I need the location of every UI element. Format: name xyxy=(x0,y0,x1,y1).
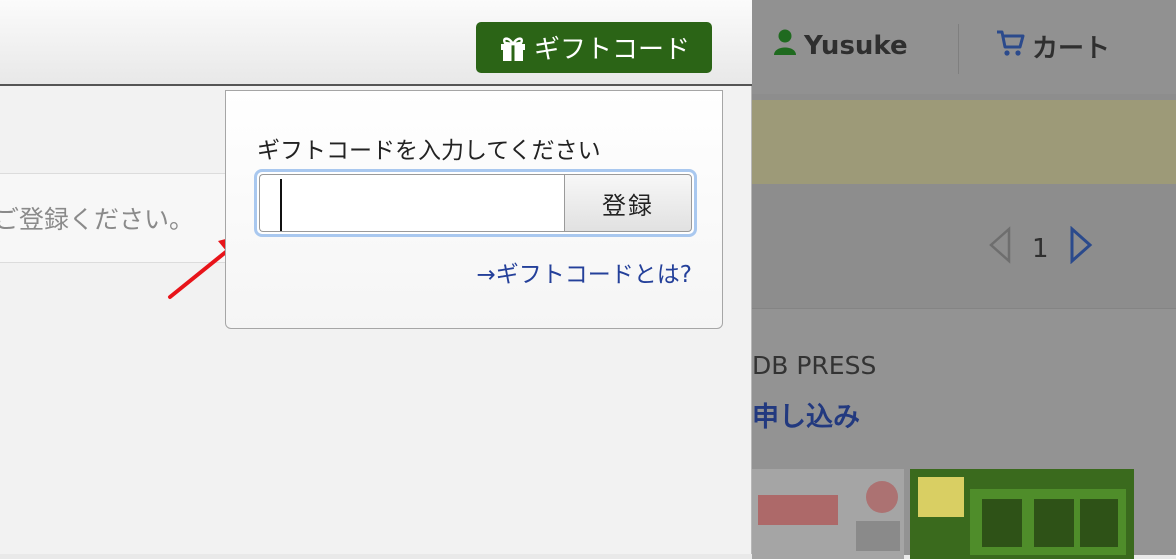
text-caret xyxy=(280,179,282,231)
site-header: Yusuke カート xyxy=(752,0,1176,94)
about-gift-code-link[interactable]: →ギフトコードとは? xyxy=(477,255,692,289)
notice-banner xyxy=(752,100,1176,184)
cart-link[interactable]: カート xyxy=(996,28,1110,65)
gift-code-prompt: ギフトコードを入力してください xyxy=(257,138,601,164)
user-name: Yusuke xyxy=(804,30,908,61)
apply-link[interactable]: 申し込み xyxy=(752,395,860,434)
product-title: DB PRESS xyxy=(752,351,877,380)
cart-label: カート xyxy=(1032,34,1111,64)
gift-code-input-group: 登録 xyxy=(254,169,697,237)
user-icon xyxy=(772,28,798,63)
gift-icon xyxy=(498,33,528,63)
magazine-cover-image xyxy=(910,469,1134,559)
product-card: DB PRESS 申し込み xyxy=(752,308,1176,559)
chevron-right-icon[interactable] xyxy=(1069,225,1093,271)
magazine-cover-image xyxy=(752,469,904,559)
header-divider xyxy=(958,24,959,74)
gift-code-popover: ギフトコードを入力してください 登録 →ギフトコードとは? xyxy=(225,90,723,329)
user-menu[interactable]: Yusuke xyxy=(772,28,908,63)
cart-icon xyxy=(996,29,1026,64)
gift-code-button-label: ギフトコード xyxy=(533,35,690,65)
background-page: Yusuke カート 1 DB PRESS 申し込み xyxy=(752,0,1176,559)
register-button[interactable]: 登録 xyxy=(564,174,692,232)
top-bar: ギフトコード xyxy=(0,0,752,86)
gift-code-input[interactable] xyxy=(259,174,564,232)
page-number: 1 xyxy=(1032,233,1049,264)
chevron-left-icon[interactable] xyxy=(988,226,1012,271)
gift-code-button[interactable]: ギフトコード xyxy=(476,22,712,73)
pagination: 1 xyxy=(988,225,1093,271)
